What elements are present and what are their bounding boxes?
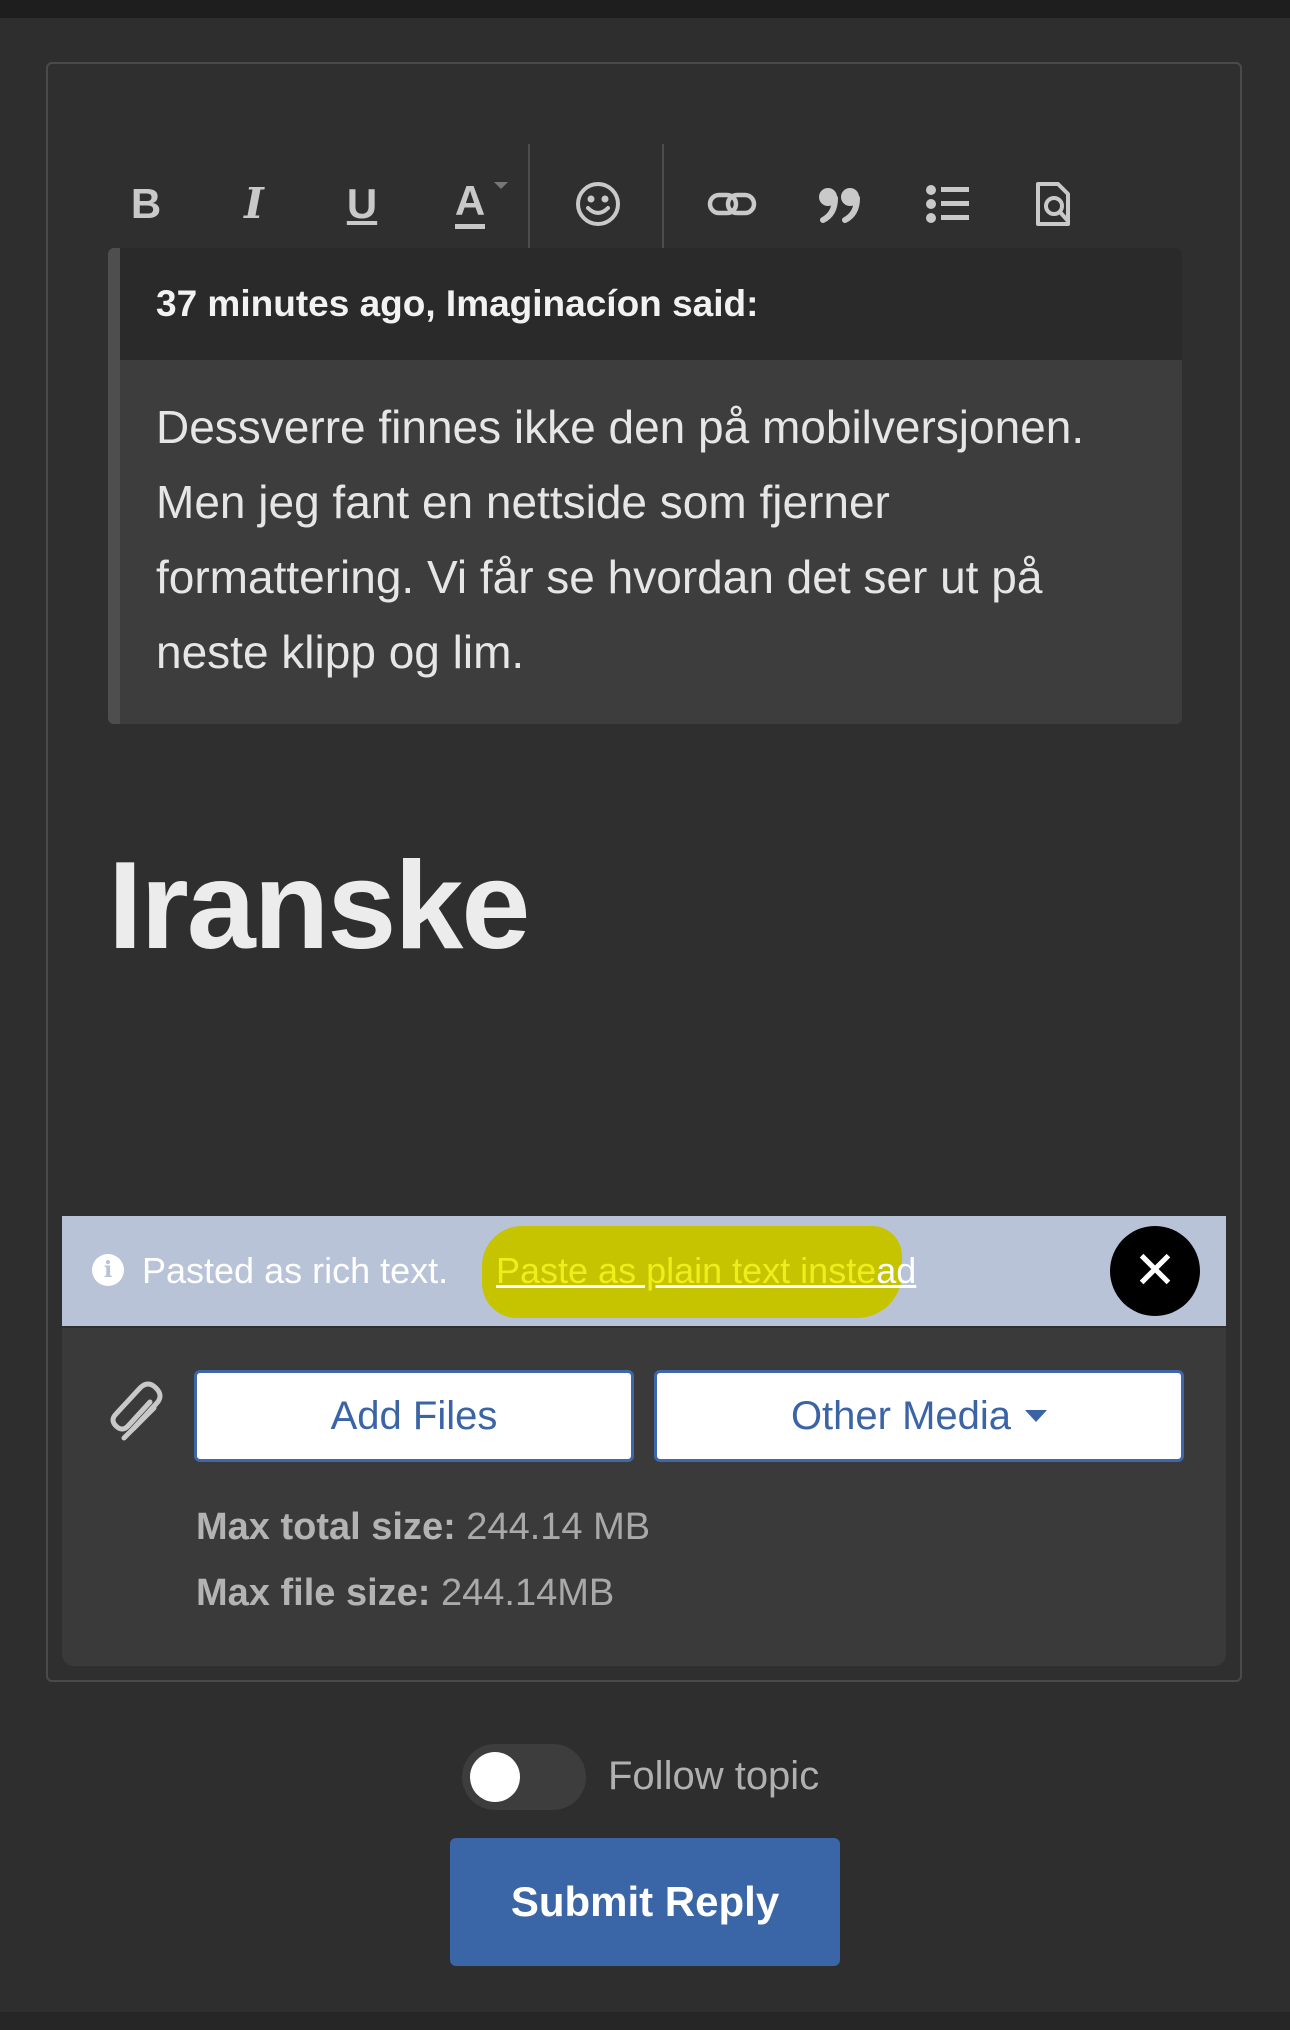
bold-button[interactable]: B — [116, 174, 176, 234]
max-file-size-value: 244.14MB — [440, 1572, 615, 1614]
quote-text: Dessverre finnes ikke den på mobilversjo… — [156, 401, 1085, 678]
quote-header: 37 minutes ago, Imaginacíon said: — [120, 248, 1182, 360]
quoted-message: 37 minutes ago, Imaginacíon said: Dessve… — [108, 248, 1182, 724]
quote-citation: 37 minutes ago, Imaginacíon said: — [156, 283, 759, 324]
close-icon: ✕ — [1133, 1242, 1177, 1300]
editor-toolbar: B I U A — [48, 64, 1240, 262]
italic-button[interactable]: I — [224, 174, 284, 234]
link-icon — [707, 192, 757, 216]
editor-heading-text[interactable]: Iranske — [108, 844, 530, 968]
submit-reply-label: Submit Reply — [510, 1878, 780, 1925]
toolbar-separator — [528, 144, 530, 262]
smiley-icon — [576, 182, 620, 226]
max-total-size-row: Max total size: 244.14 MB — [196, 1506, 650, 1549]
paste-link-rest: ad — [876, 1250, 917, 1291]
quote-icon — [819, 188, 860, 223]
max-total-size-value: 244.14 MB — [466, 1506, 651, 1548]
max-file-size-row: Max file size: 244.14MB — [196, 1572, 614, 1615]
other-media-label: Other Media — [790, 1393, 1012, 1438]
toolbar-separator — [662, 144, 664, 262]
paste-link-highlighted-part: Paste as plain text inste — [496, 1250, 877, 1291]
link-button[interactable] — [702, 174, 762, 234]
max-file-size-label: Max file size: — [196, 1572, 431, 1614]
bulleted-list-icon — [926, 185, 969, 223]
caret-down-icon — [1025, 1410, 1048, 1422]
add-files-label: Add Files — [330, 1393, 498, 1438]
other-media-button[interactable]: Other Media — [654, 1370, 1184, 1462]
text-color-icon: A — [454, 179, 486, 229]
close-notice-button[interactable]: ✕ — [1110, 1226, 1200, 1316]
paste-notice-bar: i Pasted as rich text. Paste as plain te… — [62, 1216, 1226, 1326]
italic-icon: I — [244, 179, 264, 228]
toggle-knob — [470, 1752, 520, 1802]
text-color-button[interactable]: A — [440, 174, 508, 234]
top-edge-bar — [0, 0, 1290, 18]
emoji-button[interactable] — [568, 174, 628, 234]
max-total-size-label: Max total size: — [196, 1506, 456, 1548]
preview-button[interactable] — [1024, 174, 1084, 234]
bold-icon: B — [130, 180, 162, 227]
info-icon: i — [92, 1254, 124, 1286]
quote-button[interactable] — [810, 174, 870, 234]
follow-topic-label: Follow topic — [608, 1754, 820, 1798]
paperclip-icon — [110, 1381, 163, 1441]
submit-reply-button[interactable]: Submit Reply — [450, 1838, 840, 1966]
document-preview-icon — [1036, 182, 1070, 226]
chevron-down-icon — [494, 182, 508, 189]
paste-notice-message: Pasted as rich text. — [142, 1250, 449, 1291]
paste-as-plain-text-link[interactable]: Paste as plain text instead — [496, 1250, 916, 1292]
underline-button[interactable]: U — [332, 174, 392, 234]
list-button[interactable] — [918, 174, 978, 234]
add-files-button[interactable]: Add Files — [194, 1370, 634, 1462]
underline-icon: U — [346, 180, 378, 227]
bottom-edge-bar — [0, 2012, 1290, 2030]
attachments-panel: Add Files Other Media Max total size: 24… — [62, 1328, 1226, 1666]
follow-topic-toggle[interactable] — [462, 1744, 586, 1810]
